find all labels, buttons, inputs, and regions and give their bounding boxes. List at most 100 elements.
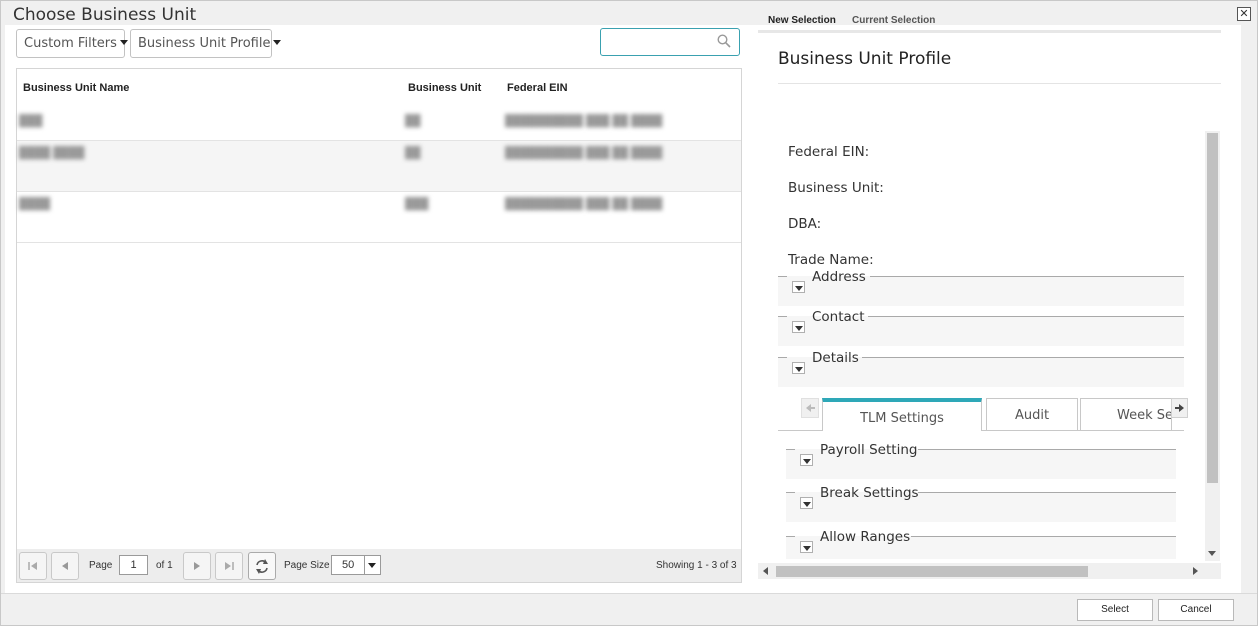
divider: [918, 449, 1176, 450]
cell-unit: ██: [405, 147, 421, 159]
collapse-toggle-icon[interactable]: [792, 362, 805, 374]
table-row[interactable]: ████ ███ ██████████ ███ ██ ████: [17, 192, 741, 243]
column-header-ein[interactable]: Federal EIN: [507, 82, 568, 94]
section-label: Address: [812, 269, 866, 285]
horizontal-scrollbar[interactable]: [758, 563, 1221, 579]
cell-name: ███: [19, 115, 43, 127]
section-payroll-setting[interactable]: Payroll Setting: [786, 442, 1176, 479]
table-row[interactable]: ███ ██ ██████████ ███ ██ ████: [17, 109, 741, 141]
prev-page-button[interactable]: [51, 552, 79, 580]
scroll-down-icon[interactable]: [1208, 551, 1217, 557]
tab-audit[interactable]: Audit: [986, 398, 1078, 430]
arrow-right-icon: [1175, 404, 1184, 412]
scrollbar-thumb[interactable]: [1207, 133, 1218, 483]
scroll-left-icon[interactable]: [763, 567, 769, 576]
collapse-toggle-icon[interactable]: [792, 321, 805, 333]
divider: [778, 316, 787, 317]
profile-dropdown[interactable]: Business Unit Profile: [130, 29, 282, 58]
first-page-button[interactable]: [19, 552, 47, 580]
page-number-input[interactable]: 1: [119, 555, 148, 575]
arrow-left-icon: [806, 404, 815, 412]
divider: [870, 276, 1184, 277]
tab-current-selection[interactable]: Current Selection: [852, 15, 935, 26]
selection-tabs: New Selection Current Selection: [758, 9, 1221, 33]
refresh-button[interactable]: [248, 552, 276, 580]
divider: [862, 357, 1184, 358]
tab-new-selection[interactable]: New Selection: [768, 15, 836, 26]
page-size-label: Page Size: [284, 560, 330, 571]
custom-filters-dropdown[interactable]: Custom Filters: [16, 29, 128, 58]
column-header-unit[interactable]: Business Unit: [408, 82, 481, 94]
column-header-name[interactable]: Business Unit Name: [23, 82, 129, 94]
cell-ein: ██████████ ███ ██ ████: [505, 115, 663, 127]
collapse-toggle-icon[interactable]: [800, 497, 813, 509]
search-icon: [717, 34, 731, 48]
tabs-scroll-left-button[interactable]: [801, 398, 819, 418]
chevron-right-icon: [194, 562, 200, 570]
section-address[interactable]: Address: [778, 269, 1184, 306]
section-allow-ranges[interactable]: Allow Ranges: [786, 529, 1176, 559]
divider: [786, 449, 795, 450]
cell-name: ████: [19, 198, 51, 210]
section-details[interactable]: Details: [778, 350, 1184, 387]
last-page-icon: [225, 562, 234, 570]
chevron-down-icon: [368, 563, 376, 568]
field-federal-ein: Federal EIN:: [788, 144, 870, 160]
field-trade-name: Trade Name:: [788, 252, 874, 268]
cell-unit: ██: [405, 115, 421, 127]
table-row[interactable]: ████ ████ ██ ██████████ ███ ██ ████: [17, 141, 741, 192]
page-label: Page: [89, 560, 113, 571]
choose-business-unit-dialog: Choose Business Unit ✕ Custom Filters Bu…: [0, 0, 1258, 626]
refresh-icon: [256, 559, 268, 574]
showing-count: Showing 1 - 3 of 3: [656, 560, 737, 571]
cell-ein: ██████████ ███ ██ ████: [505, 198, 663, 210]
cell-name: ████ ████: [19, 147, 85, 159]
cell-ein: ██████████ ███ ██ ████: [505, 147, 663, 159]
page-size-value: 50: [342, 559, 355, 571]
custom-filters-label: Custom Filters: [24, 36, 117, 51]
section-label: Payroll Setting: [820, 442, 918, 458]
collapse-toggle-icon[interactable]: [800, 541, 813, 553]
divider: [786, 536, 795, 537]
divider: [868, 316, 1184, 317]
section-label: Contact: [812, 309, 865, 325]
dialog-footer: Select Cancel: [1, 593, 1257, 625]
section-label: Details: [812, 350, 859, 366]
profile-dropdown-label: Business Unit Profile: [138, 36, 271, 51]
chevron-down-icon: [273, 40, 282, 45]
close-icon[interactable]: ✕: [1237, 7, 1251, 21]
grid-pager: Page 1 of 1 Page Size 50 Showing 1 - 3 o…: [17, 549, 741, 582]
field-business-unit: Business Unit:: [788, 180, 884, 196]
first-page-icon: [28, 562, 37, 570]
profile-title: Business Unit Profile: [778, 49, 952, 69]
vertical-scrollbar[interactable]: [1205, 131, 1220, 561]
chevron-left-icon: [62, 562, 68, 570]
divider: [918, 492, 1176, 493]
section-break-settings[interactable]: Break Settings: [786, 485, 1176, 522]
page-size-select[interactable]: 50: [331, 555, 381, 575]
profile-details: Federal EIN: Business Unit: DBA: Trade N…: [758, 107, 1220, 559]
business-unit-grid: Business Unit Name Business Unit Federal…: [16, 68, 742, 583]
next-page-button[interactable]: [183, 552, 211, 580]
tab-week-settings[interactable]: Week Settings: [1080, 398, 1172, 430]
chevron-down-icon: [119, 40, 128, 45]
collapse-toggle-icon[interactable]: [792, 281, 805, 293]
last-page-button[interactable]: [215, 552, 243, 580]
collapse-toggle-icon[interactable]: [800, 454, 813, 466]
tab-tlm-settings[interactable]: TLM Settings: [822, 398, 982, 431]
dialog-title: Choose Business Unit: [13, 5, 197, 25]
section-label: Allow Ranges: [820, 529, 911, 545]
cell-unit: ███: [405, 198, 429, 210]
scroll-right-icon[interactable]: [1193, 567, 1199, 576]
select-button[interactable]: Select: [1077, 599, 1153, 621]
scrollbar-thumb[interactable]: [776, 566, 1088, 577]
divider: [911, 536, 1176, 537]
tabs-scroll-right-button[interactable]: [1171, 398, 1188, 418]
field-dba: DBA:: [788, 216, 822, 232]
page-count-label: of 1: [156, 560, 173, 571]
cancel-button[interactable]: Cancel: [1158, 599, 1234, 621]
search-input[interactable]: [600, 28, 740, 56]
divider: [778, 276, 787, 277]
section-contact[interactable]: Contact: [778, 309, 1184, 346]
page-size-dropdown-button[interactable]: [364, 556, 380, 574]
